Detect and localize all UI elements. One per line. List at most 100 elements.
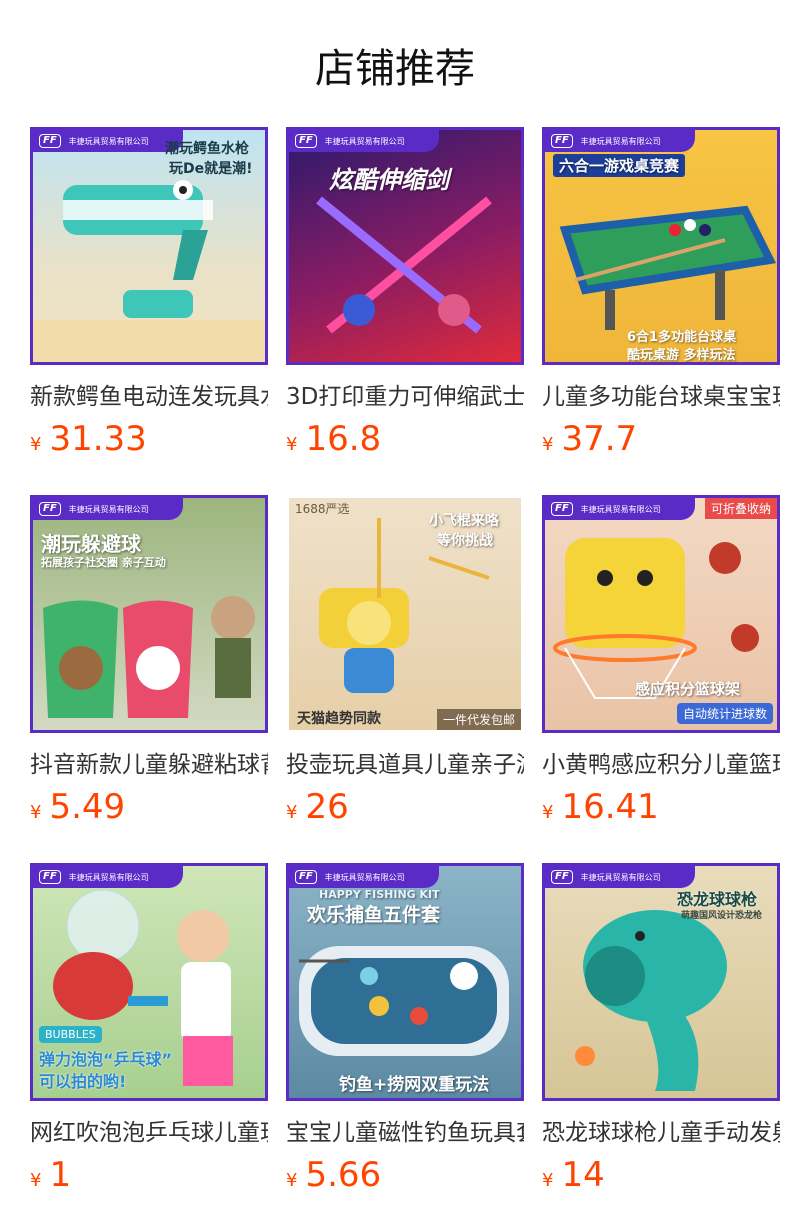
product-card[interactable]: FF 丰捷玩具贸易有限公司 潮玩躲避球 拓展孩子社交圈 亲子互动 抖音新款儿童躲… [30,495,268,863]
image-caption: 等你挑战 [437,533,493,549]
price-value: 31.33 [49,419,147,459]
price-value: 1 [49,1155,72,1195]
product-name[interactable]: 3D打印重力可伸缩武士剑 [286,377,524,411]
price-value: 5.49 [49,787,126,827]
store-banner: FF 丰捷玩具贸易有限公司 [33,866,183,888]
product-name[interactable]: 小黄鸭感应积分儿童篮球架 [542,745,780,779]
price-value: 5.66 [305,1155,382,1195]
image-caption: 钓鱼+捞网双重玩法 [339,1075,490,1095]
store-company-name: 丰捷玩具贸易有限公司 [68,136,149,146]
store-company-name: 丰捷玩具贸易有限公司 [68,504,149,514]
store-logo: FF [39,134,61,148]
product-image[interactable]: FF 丰捷玩具贸易有限公司 潮玩鳄鱼水枪 玩De就是潮! [30,127,268,365]
image-caption: 6合1多功能台球桌 [627,330,737,345]
product-name[interactable]: 新款鳄鱼电动连发玩具水枪 [30,377,268,411]
product-price: ¥ 5.49 [30,787,268,827]
product-image[interactable]: FF 丰捷玩具贸易有限公司 恐龙球球枪 萌趣国风设计恐龙枪 [542,863,780,1101]
store-logo: FF [39,502,61,516]
price-value: 16.41 [561,787,659,827]
price-value: 14 [561,1155,605,1195]
currency-symbol: ¥ [30,1170,42,1191]
product-price: ¥ 16.41 [542,787,780,827]
product-name[interactable]: 抖音新款儿童躲避粘球背心 [30,745,268,779]
store-banner: FF 丰捷玩具贸易有限公司 [289,866,439,888]
store-company-name: 丰捷玩具贸易有限公司 [580,504,661,514]
product-name[interactable]: 宝宝儿童磁性钓鱼玩具套装 [286,1113,524,1147]
product-image[interactable]: FF 丰捷玩具贸易有限公司 六合一游戏桌竞赛 6合1多功能台球桌 酷玩桌游 多样… [542,127,780,365]
image-caption: 玩De就是潮! [169,161,253,177]
store-logo: FF [551,870,573,884]
product-image[interactable]: 1688严选 小飞棍来咯 等你挑战 天猫趋势同款 一件代发包邮 [286,495,524,733]
product-name[interactable]: 恐龙球球枪儿童手动发射玩具 [542,1113,780,1147]
image-caption: 酷玩桌游 多样玩法 [627,348,736,363]
product-card[interactable]: 1688严选 小飞棍来咯 等你挑战 天猫趋势同款 一件代发包邮 投壶玩具道具儿童… [286,495,524,863]
store-banner: FF 丰捷玩具贸易有限公司 [289,130,439,152]
image-caption: 六合一游戏桌竞赛 [553,154,686,177]
product-image[interactable]: FF 丰捷玩具贸易有限公司 炫酷伸缩剑 [286,127,524,365]
currency-symbol: ¥ [286,434,298,455]
image-caption: 感应积分篮球架 [635,680,741,698]
currency-symbol: ¥ [30,434,42,455]
product-grid: FF 丰捷玩具贸易有限公司 潮玩鳄鱼水枪 玩De就是潮! 新款鳄鱼电动连发玩具水… [30,127,780,1231]
badge: 可折叠收纳 [704,498,777,519]
product-name[interactable]: 网红吹泡泡乒乓球儿童玩具 [30,1113,268,1147]
product-image[interactable]: FF 丰捷玩具贸易有限公司 可折叠收纳 感应积分篮球架 自动统计进球数 [542,495,780,733]
store-company-name: 丰捷玩具贸易有限公司 [580,136,661,146]
image-caption: 炫酷伸缩剑 [329,166,449,194]
product-price: ¥ 16.8 [286,419,524,459]
product-card[interactable]: FF 丰捷玩具贸易有限公司 BUBBLES 弹力泡泡“乒乓球” 可以拍的哟! 网… [30,863,268,1231]
image-caption: 萌趣国风设计恐龙枪 [681,911,763,921]
currency-symbol: ¥ [286,1170,298,1191]
badge: 一件代发包邮 [436,709,521,730]
product-price: ¥ 14 [542,1155,780,1195]
product-card[interactable]: FF 丰捷玩具贸易有限公司 六合一游戏桌竞赛 6合1多功能台球桌 酷玩桌游 多样… [542,127,780,495]
product-price: ¥ 37.7 [542,419,780,459]
currency-symbol: ¥ [542,434,554,455]
image-caption: 拓展孩子社交圈 亲子互动 [41,556,166,569]
image-caption: 可以拍的哟! [39,1072,127,1091]
badge: 自动统计进球数 [676,703,773,724]
price-value: 37.7 [561,419,638,459]
store-banner: FF 丰捷玩具贸易有限公司 [33,498,183,520]
product-price: ¥ 31.33 [30,419,268,459]
store-banner: FF 丰捷玩具贸易有限公司 [545,130,695,152]
currency-symbol: ¥ [30,802,42,823]
image-caption: 天猫趋势同款 [297,711,381,727]
product-card[interactable]: FF 丰捷玩具贸易有限公司 潮玩鳄鱼水枪 玩De就是潮! 新款鳄鱼电动连发玩具水… [30,127,268,495]
price-value: 26 [305,787,349,827]
product-name[interactable]: 投壶玩具道具儿童亲子游戏 [286,745,524,779]
badge: 1688严选 [295,502,350,516]
product-name[interactable]: 儿童多功能台球桌宝宝玩具 [542,377,780,411]
currency-symbol: ¥ [286,802,298,823]
store-logo: FF [551,502,573,516]
store-company-name: 丰捷玩具贸易有限公司 [68,872,149,882]
product-image[interactable]: FF 丰捷玩具贸易有限公司 BUBBLES 弹力泡泡“乒乓球” 可以拍的哟! [30,863,268,1101]
product-card[interactable]: FF 丰捷玩具贸易有限公司 HAPPY FISHING KIT 欢乐捕鱼五件套 … [286,863,524,1231]
product-card[interactable]: FF 丰捷玩具贸易有限公司 可折叠收纳 感应积分篮球架 自动统计进球数 小黄鸭感… [542,495,780,863]
store-company-name: 丰捷玩具贸易有限公司 [324,136,405,146]
product-price: ¥ 1 [30,1155,268,1195]
store-company-name: 丰捷玩具贸易有限公司 [324,872,405,882]
badge: BUBBLES [39,1026,102,1043]
image-caption: 弹力泡泡“乒乓球” [39,1050,173,1069]
store-banner: FF 丰捷玩具贸易有限公司 [545,866,695,888]
product-image[interactable]: FF 丰捷玩具贸易有限公司 HAPPY FISHING KIT 欢乐捕鱼五件套 … [286,863,524,1101]
store-banner: FF 丰捷玩具贸易有限公司 [33,130,183,152]
image-caption: 恐龙球球枪 [677,890,758,909]
product-image[interactable]: FF 丰捷玩具贸易有限公司 潮玩躲避球 拓展孩子社交圈 亲子互动 [30,495,268,733]
image-caption: 小飞棍来咯 [429,513,499,529]
image-caption: 欢乐捕鱼五件套 [307,904,441,926]
store-logo: FF [39,870,61,884]
product-price: ¥ 26 [286,787,524,827]
product-card[interactable]: FF 丰捷玩具贸易有限公司 恐龙球球枪 萌趣国风设计恐龙枪 恐龙球球枪儿童手动发… [542,863,780,1231]
price-value: 16.8 [305,419,382,459]
product-card[interactable]: FF 丰捷玩具贸易有限公司 炫酷伸缩剑 3D打印重力可伸缩武士剑 ¥ 16.8 [286,127,524,495]
image-caption: 潮玩鳄鱼水枪 [165,141,249,157]
product-price: ¥ 5.66 [286,1155,524,1195]
currency-symbol: ¥ [542,802,554,823]
store-logo: FF [295,870,317,884]
currency-symbol: ¥ [542,1170,554,1191]
store-logo: FF [295,134,317,148]
store-logo: FF [551,134,573,148]
store-banner: FF 丰捷玩具贸易有限公司 [545,498,695,520]
